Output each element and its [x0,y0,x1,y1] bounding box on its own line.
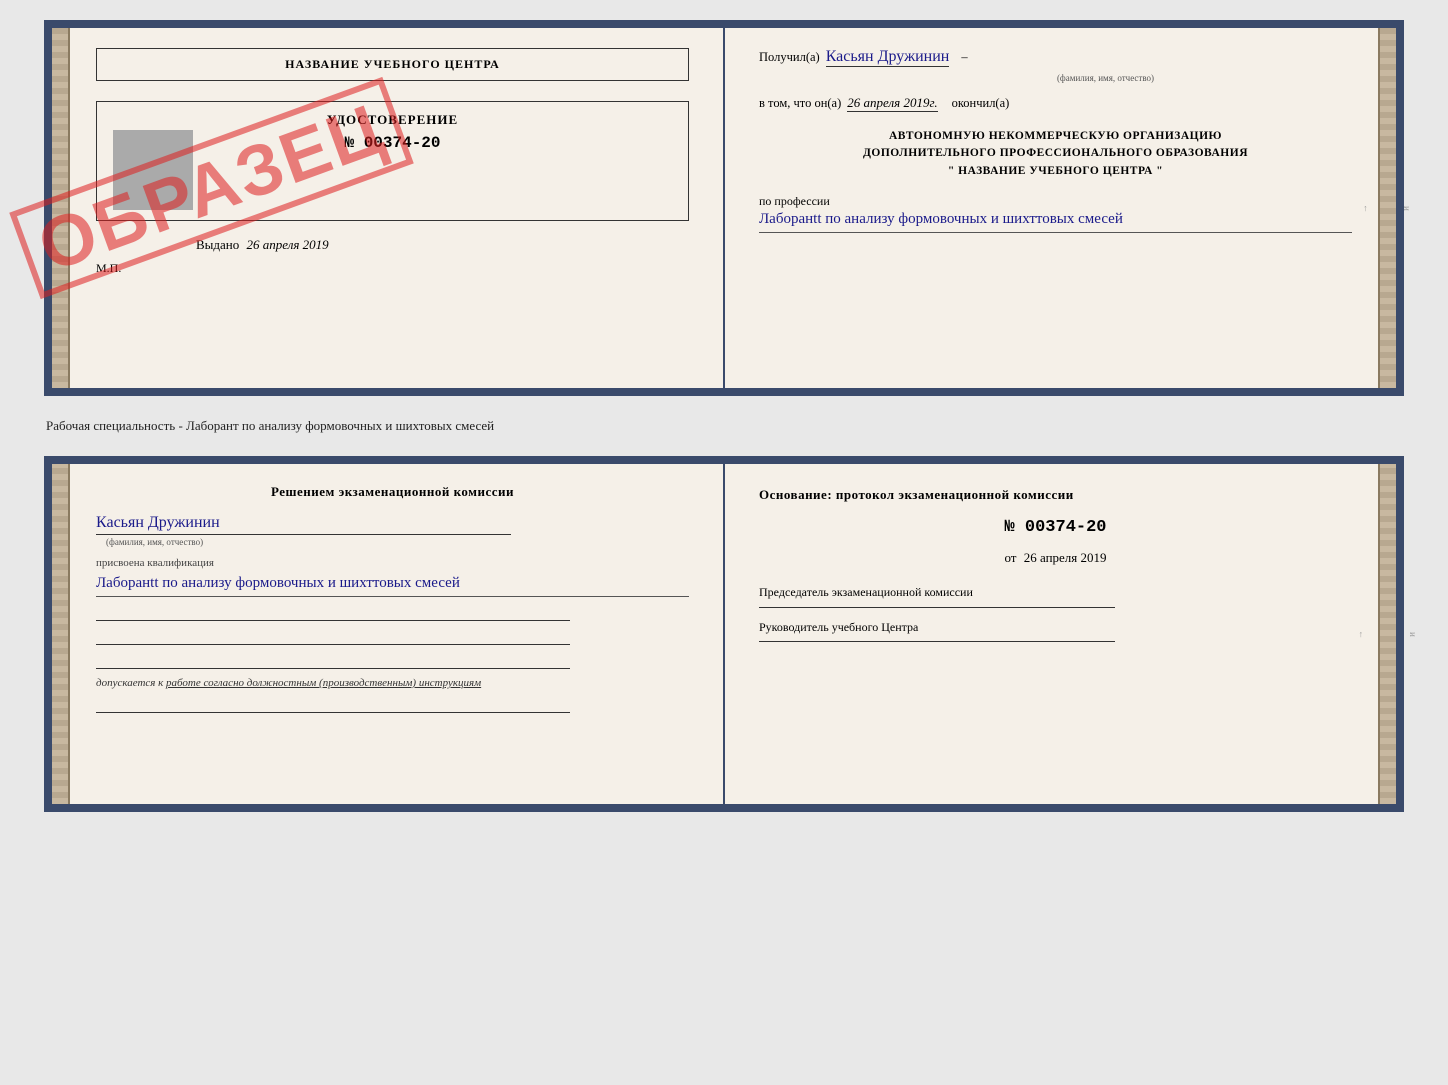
bottom-name-row: Касьян Дружинин (фамилия, имя, отчество) [96,514,689,547]
protocol-number: № 00374-20 [759,514,1352,543]
working-specialty-text: Рабочая специальность - Лаборант по анал… [44,412,1404,440]
org-line2: ДОПОЛНИТЕЛЬНОГО ПРОФЕССИОНАЛЬНОГО ОБРАЗО… [759,145,1352,162]
received-prefix: Получил(а) [759,50,820,65]
name-sublabel-top: (фамилия, имя, отчество) [859,73,1352,83]
top-left-panel: НАЗВАНИЕ УЧЕБНОГО ЦЕНТРА УДОСТОВЕРЕНИЕ №… [52,28,725,388]
issued-label: Выдано [196,237,239,252]
chairman-label: Председатель экзаменационной комиссии [759,585,1352,601]
director-label: Руководитель учебного Центра [759,620,1352,636]
org-line1: АВТОНОМНУЮ НЕКОММЕРЧЕСКУЮ ОРГАНИЗАЦИЮ [759,128,1352,145]
cert-title: УДОСТОВЕРЕНИЕ [113,112,672,128]
finished-row: в том, что он(а) 26 апреля 2019г. окончи… [759,95,1352,112]
qualification-label: присвоена квалификация [96,557,689,569]
school-name-box: НАЗВАНИЕ УЧЕБНОГО ЦЕНТРА [96,48,689,81]
in-that-prefix: в том, что он(а) [759,96,841,111]
top-right-content: Получил(а) Касьян Дружинин – (фамилия, и… [759,48,1352,368]
допускается-detail: работе согласно должностным (производств… [166,677,481,689]
issued-date-row: Выдано 26 апреля 2019 [96,237,689,253]
bottom-spine-right [1378,464,1396,804]
profession-block: по профессии Лаборанtt по анализу формов… [759,194,1352,233]
bottom-left-content: Решением экзаменационной комиссии Касьян… [96,484,689,784]
org-block: АВТОНОМНУЮ НЕКОММЕРЧЕСКУЮ ОРГАНИЗАЦИЮ ДО… [759,128,1352,180]
top-document: НАЗВАНИЕ УЧЕБНОГО ЦЕНТРА УДОСТОВЕРЕНИЕ №… [44,20,1404,396]
top-left-content: НАЗВАНИЕ УЧЕБНОГО ЦЕНТРА УДОСТОВЕРЕНИЕ №… [96,48,689,368]
finished-date: 26 апреля 2019г. [847,95,937,112]
sig-line-1 [96,605,570,621]
bottom-document: Решением экзаменационной комиссии Касьян… [44,456,1404,812]
from-date-row: от 26 апреля 2019 [759,547,1352,569]
issued-date: 26 апреля 2019 [247,237,329,252]
qualification-handwritten-text: Лаборанtt по анализу формовочных и шихтт… [96,573,689,597]
допускается-text: допускается к работе согласно должностны… [96,677,689,689]
director-sig-line [759,641,1115,642]
mp-label: М.П. [96,261,689,276]
commission-title: Решением экзаменационной комиссии [96,484,689,500]
org-line3: " НАЗВАНИЕ УЧЕБНОГО ЦЕНТРА " [759,163,1352,180]
school-name-text: НАЗВАНИЕ УЧЕБНОГО ЦЕНТРА [285,57,500,71]
cert-inner-box: УДОСТОВЕРЕНИЕ № 00374-20 [96,101,689,221]
profession-handwritten: Лаборанtt по анализу формовочных и шихтт… [759,209,1352,233]
bottom-left-panel: Решением экзаменационной комиссии Касьян… [52,464,725,804]
cert-number: № 00374-20 [113,134,672,152]
spine-right-decoration [1378,28,1396,388]
bottom-name-sublabel: (фамилия, имя, отчество) [106,537,689,547]
sig-line-4 [96,697,570,713]
qualification-handwritten: Лаборанtt по анализу формовочных и шихтт… [96,573,689,597]
profession-label: по профессии [759,194,830,208]
chairman-sig-line [759,607,1115,608]
bottom-name-handwritten: Касьян Дружинин [96,514,511,535]
received-row: Получил(а) Касьян Дружинин – [759,48,1352,67]
basis-label: Основание: протокол экзаменационной коми… [759,484,1352,506]
bottom-right-panel: Основание: протокол экзаменационной коми… [725,464,1396,804]
sig-line-3 [96,653,570,669]
bottom-right-content: Основание: протокол экзаменационной коми… [759,484,1352,784]
top-right-panel: Получил(а) Касьян Дружинин – (фамилия, и… [725,28,1396,388]
finished-label: окончил(а) [952,96,1010,111]
photo-placeholder [113,130,193,210]
received-name: Касьян Дружинин [826,48,950,67]
sig-line-2 [96,629,570,645]
